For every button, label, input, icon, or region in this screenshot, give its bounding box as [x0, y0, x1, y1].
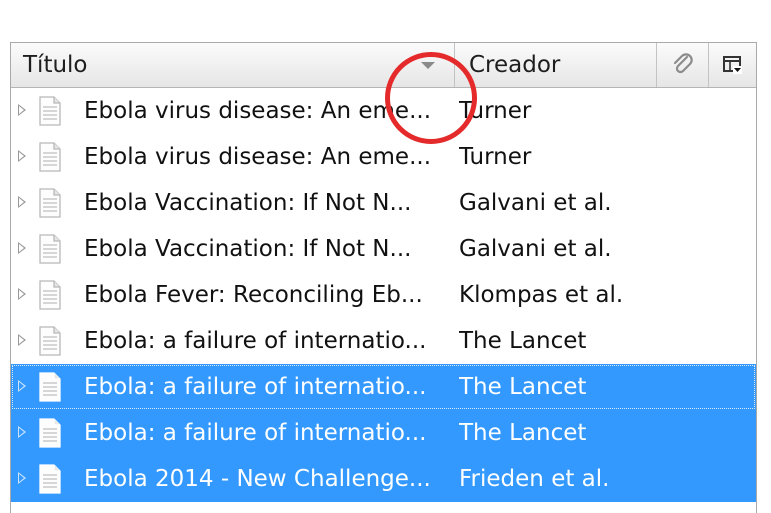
expand-twisty-icon[interactable] — [18, 472, 26, 484]
expand-twisty-icon[interactable] — [18, 242, 26, 254]
column-header-title-label: Título — [23, 52, 88, 78]
table-row[interactable]: Ebola Vaccination: If Not N... Galvani et… — [11, 180, 756, 226]
document-icon — [39, 234, 61, 264]
table-row[interactable]: Ebola virus disease: An eme... Turner — [11, 134, 756, 180]
row-title: Ebola Vaccination: If Not N... — [84, 236, 412, 262]
column-header-creator[interactable]: Creador — [455, 43, 657, 87]
row-creator: Galvani et al. — [459, 236, 612, 262]
row-creator: Frieden et al. — [459, 466, 610, 492]
row-creator: Turner — [459, 98, 532, 124]
expand-twisty-icon[interactable] — [18, 426, 26, 438]
focus-ring — [12, 365, 755, 409]
row-title: Ebola Fever: Reconciling Eb... — [84, 282, 423, 308]
document-icon — [39, 326, 61, 356]
expand-twisty-icon[interactable] — [18, 196, 26, 208]
document-icon — [39, 418, 61, 448]
document-icon — [39, 280, 61, 310]
table-row[interactable]: Ebola Fever: Reconciling Eb... Klompas et… — [11, 272, 756, 318]
row-title: Ebola virus disease: An eme... — [84, 144, 431, 170]
row-creator: Turner — [459, 144, 532, 170]
expand-twisty-icon[interactable] — [18, 334, 26, 346]
table-row[interactable]: Ebola 2014 - New Challenge... Frieden et … — [11, 456, 756, 502]
row-title: Ebola 2014 - New Challenge... — [84, 466, 431, 492]
column-header-creator-label: Creador — [469, 52, 561, 78]
column-picker-icon — [722, 56, 742, 74]
expand-twisty-icon[interactable] — [18, 288, 26, 300]
row-creator: Klompas et al. — [459, 282, 624, 308]
document-icon — [39, 142, 61, 172]
table-row[interactable]: Ebola virus disease: An eme... Turner — [11, 88, 756, 134]
row-title: Ebola virus disease: An eme... — [84, 98, 431, 124]
table-row[interactable]: Ebola: a failure of internatio... The Lan… — [11, 364, 756, 410]
document-icon — [39, 188, 61, 218]
column-picker-button[interactable] — [709, 43, 756, 87]
document-icon — [39, 96, 61, 126]
row-creator: Galvani et al. — [459, 190, 612, 216]
column-header-title[interactable]: Título — [11, 43, 455, 87]
document-icon — [39, 464, 61, 494]
row-title: Ebola Vaccination: If Not N... — [84, 190, 412, 216]
row-title: Ebola: a failure of internatio... — [84, 328, 427, 354]
row-creator: The Lancet — [459, 328, 587, 354]
column-header-bar: Título Creador — [11, 43, 756, 88]
table-row[interactable]: Ebola: a failure of internatio... The Lan… — [11, 318, 756, 364]
row-creator: The Lancet — [459, 420, 587, 446]
items-pane: Título Creador Ebola virus disease: An e… — [0, 0, 771, 513]
row-title: Ebola: a failure of internatio... — [84, 420, 427, 446]
paperclip-icon — [673, 53, 693, 74]
expand-twisty-icon[interactable] — [18, 104, 26, 116]
items-tree[interactable]: Título Creador Ebola virus disease: An e… — [10, 42, 757, 513]
expand-twisty-icon[interactable] — [18, 150, 26, 162]
column-header-attachments[interactable] — [657, 43, 709, 87]
table-row[interactable]: Ebola: a failure of internatio... The Lan… — [11, 410, 756, 456]
table-row[interactable]: Ebola Vaccination: If Not N... Galvani et… — [11, 226, 756, 272]
sort-dropdown-arrow-icon[interactable] — [421, 62, 435, 69]
